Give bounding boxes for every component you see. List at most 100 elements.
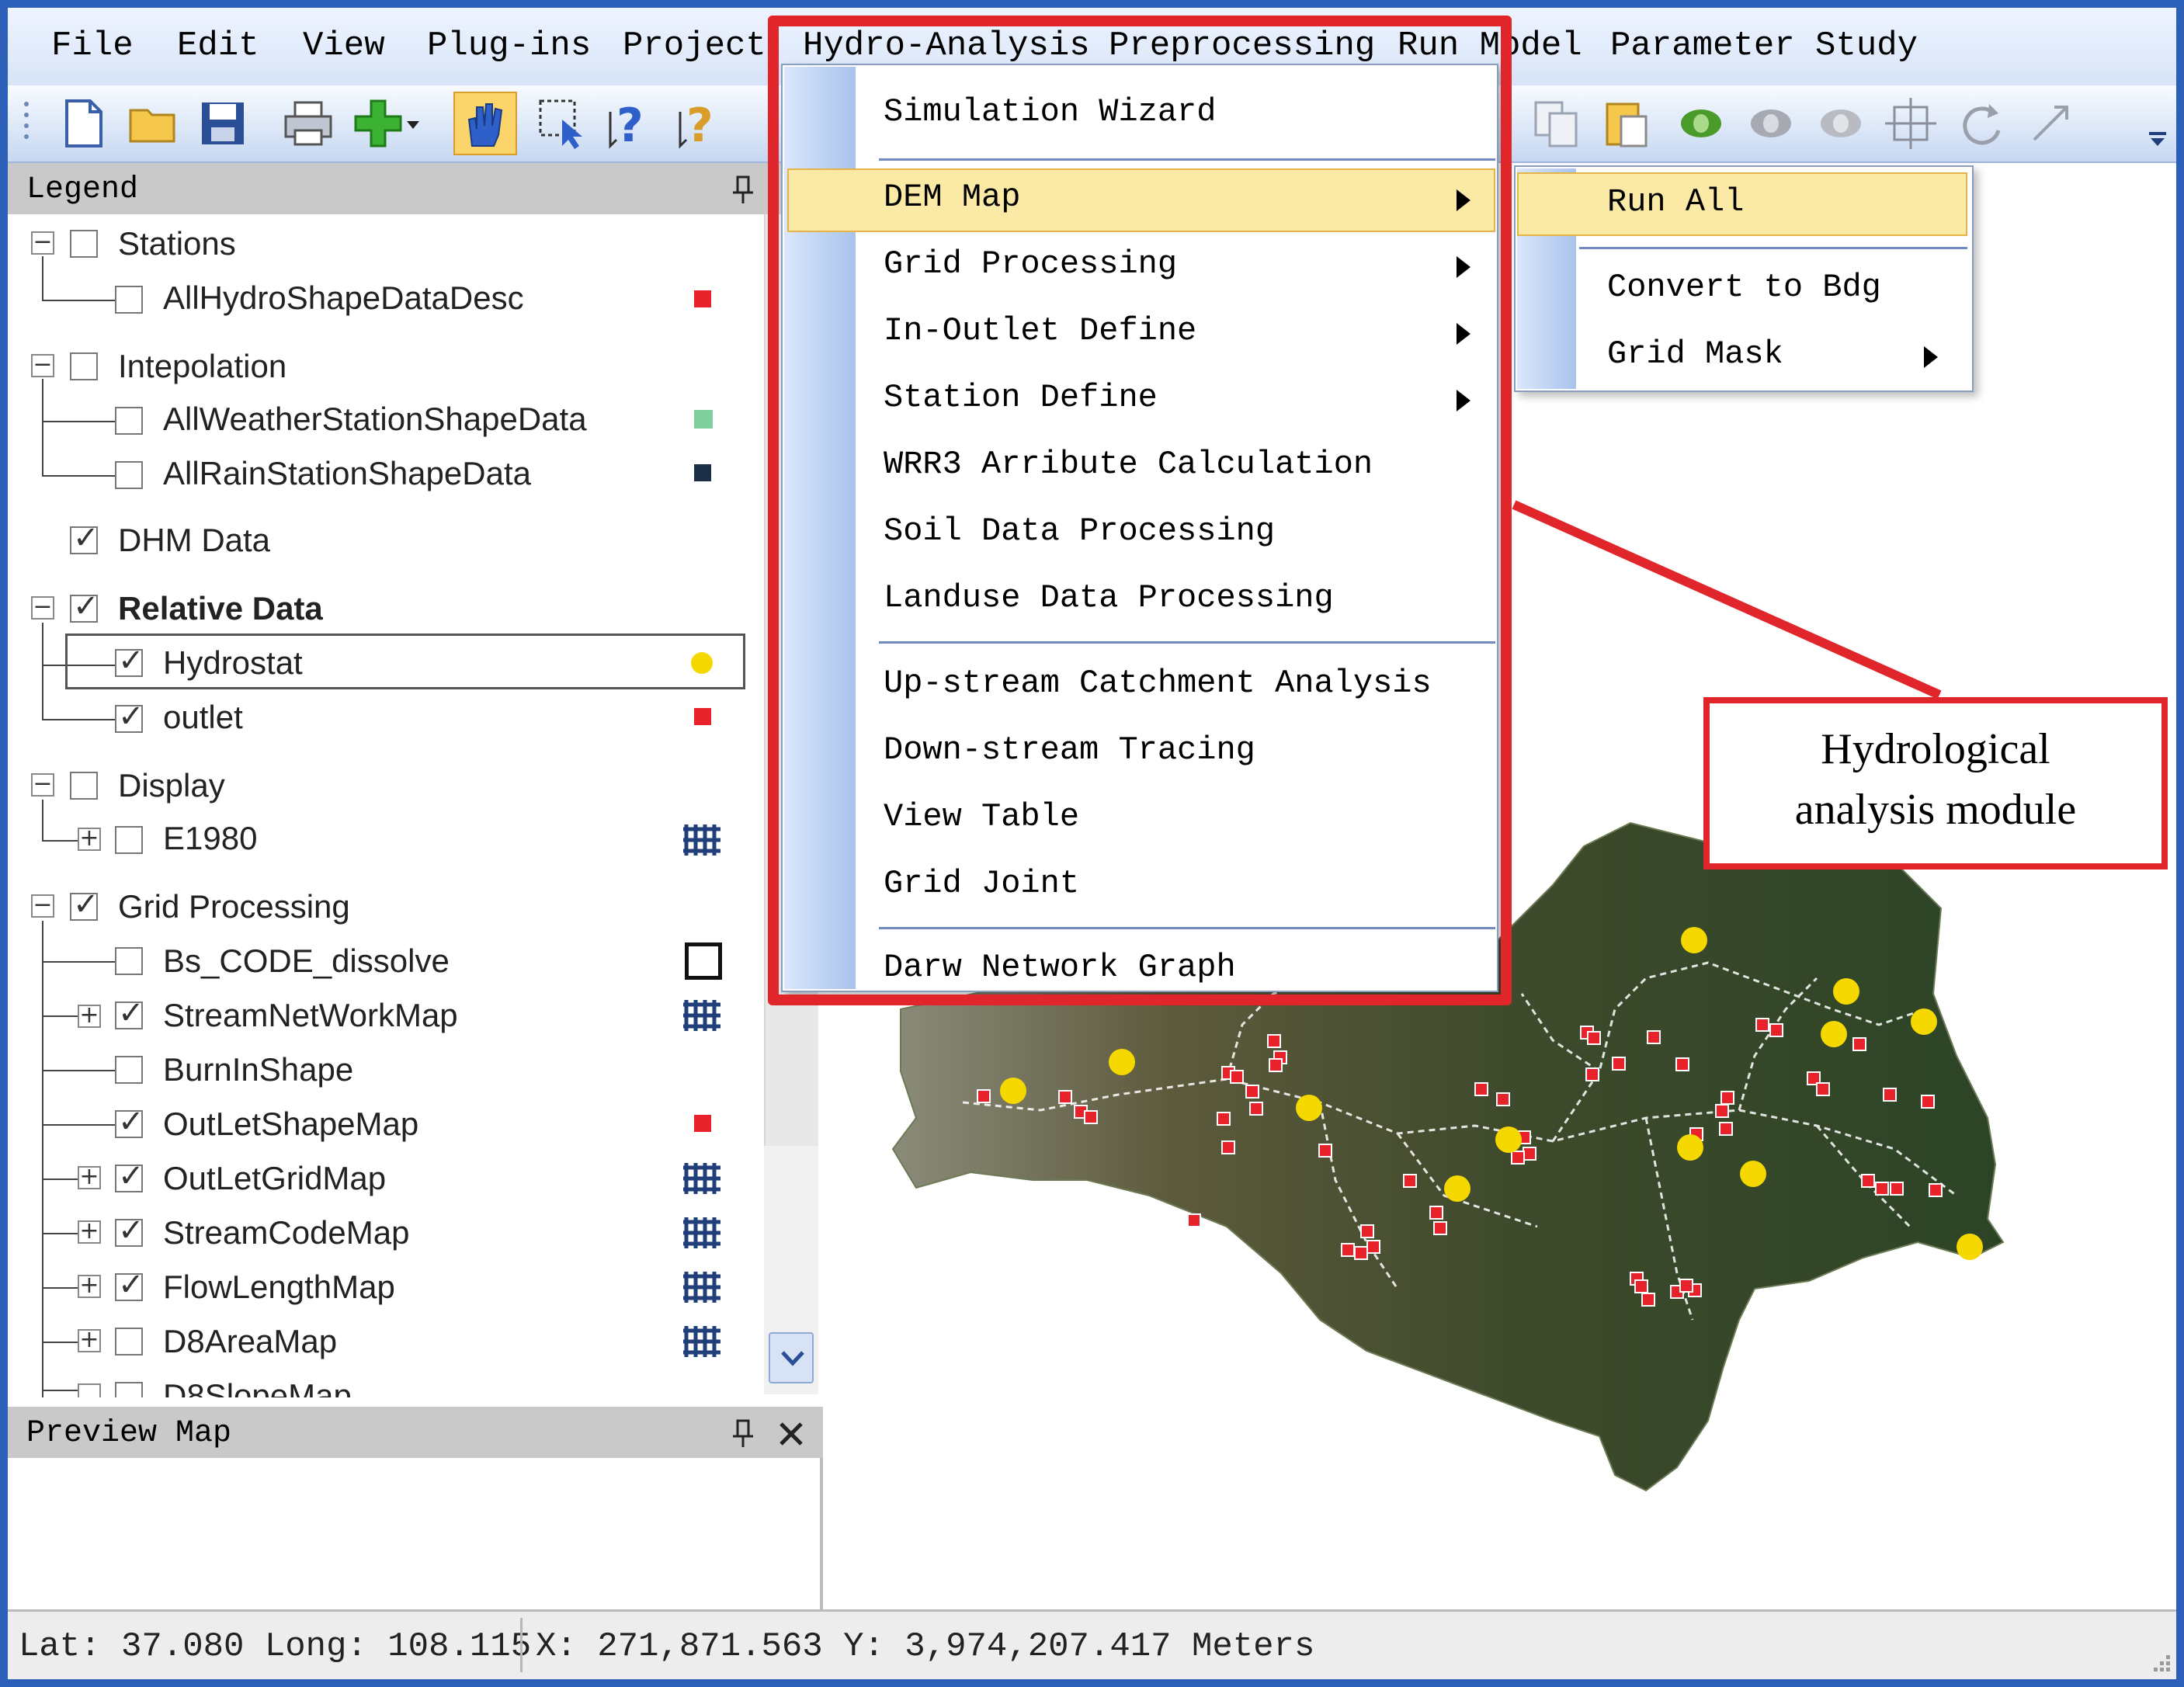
layer-streamcode[interactable]: StreamCodeMap	[163, 1214, 409, 1261]
menu-file[interactable]: File	[51, 26, 134, 65]
layer-checkbox-flowlength[interactable]	[115, 1267, 144, 1303]
chevron-down-icon	[781, 1351, 804, 1366]
select-arrow-icon[interactable]	[536, 96, 590, 151]
layer-checkbox-relative[interactable]	[70, 588, 99, 624]
layer-stations[interactable]: Stations	[118, 225, 236, 272]
expand-toggle[interactable]: +	[78, 1165, 101, 1189]
layer-hydrostat[interactable]: Hydrostat	[163, 644, 303, 691]
layer-checkbox-e1980[interactable]	[115, 826, 143, 854]
pin-icon[interactable]	[730, 174, 758, 205]
outlet-marker	[1360, 1224, 1374, 1238]
expand-toggle[interactable]: +	[78, 1220, 101, 1244]
layer-allweather[interactable]: AllWeatherStationShapeData	[163, 401, 587, 447]
layer-checkbox-outletgrid[interactable]	[115, 1158, 144, 1194]
arrow-tool-icon[interactable]	[2023, 96, 2078, 151]
outlet-marker	[1612, 1057, 1626, 1071]
hydrostat-marker	[1957, 1234, 1983, 1260]
outlet-marker	[1647, 1030, 1661, 1044]
layer-checkbox-interpolation[interactable]	[70, 352, 98, 380]
layer-dhm[interactable]: DHM Data	[118, 522, 270, 568]
outlet-marker	[1221, 1140, 1235, 1154]
layer-e1980[interactable]: E1980	[163, 820, 257, 866]
layer-bscode[interactable]: Bs_CODE_dissolve	[163, 942, 450, 989]
pan-hand-icon[interactable]	[453, 92, 517, 155]
navy-square-symbol	[694, 464, 711, 481]
layer-checkbox-stations[interactable]	[70, 230, 98, 258]
collapse-toggle[interactable]: −	[31, 772, 54, 797]
layer-outlet[interactable]: outlet	[163, 699, 243, 745]
layer-checkbox-dhm[interactable]	[70, 520, 99, 556]
layer-d8area[interactable]: D8AreaMap	[163, 1323, 337, 1369]
submenu-item-grid-mask[interactable]: Grid Mask	[1607, 335, 1783, 373]
layer-relative[interactable]: Relative Data	[118, 590, 323, 637]
whats-this-icon[interactable]: ?	[675, 96, 730, 151]
hydrostat-marker	[1495, 1126, 1522, 1153]
collapse-toggle[interactable]: −	[31, 353, 54, 377]
identify-help-icon[interactable]: ?	[606, 96, 660, 151]
copy-icon[interactable]	[1529, 96, 1584, 151]
collapse-toggle[interactable]: −	[31, 595, 54, 620]
layer-checkbox-outlet[interactable]	[115, 699, 144, 734]
layer-checkbox-hydrostat[interactable]	[115, 643, 144, 679]
pin-icon[interactable]	[730, 1418, 758, 1449]
annotation-callout-text: Hydrological analysis module	[1708, 719, 2163, 840]
layer-outletgrid[interactable]: OutLetGridMap	[163, 1160, 386, 1206]
paste-icon[interactable]	[1599, 96, 1654, 151]
grey-tool-icon[interactable]	[1744, 96, 1798, 151]
outlet-marker	[1679, 1279, 1693, 1293]
new-file-icon[interactable]	[56, 96, 110, 151]
layer-burnin[interactable]: BurnInShape	[163, 1051, 353, 1098]
grid-raster-icon	[683, 1000, 720, 1031]
layer-checkbox-display[interactable]	[70, 772, 98, 800]
layer-allrain[interactable]: AllRainStationShapeData	[163, 455, 531, 502]
save-icon[interactable]	[196, 96, 250, 151]
layer-checkbox-d8area[interactable]	[115, 1328, 143, 1356]
submenu-item-convert-to-bdg[interactable]: Convert to Bdg	[1607, 269, 1881, 306]
add-layer-icon[interactable]	[351, 96, 405, 151]
layer-checkbox-bscode[interactable]	[115, 947, 143, 975]
expand-toggle[interactable]: +	[78, 827, 101, 851]
print-icon[interactable]	[281, 96, 335, 151]
refresh-icon[interactable]	[1953, 96, 2008, 151]
layer-interpolation[interactable]: Intepolation	[118, 348, 286, 394]
menu-view[interactable]: View	[303, 26, 385, 65]
green-tool-icon[interactable]	[1674, 96, 1728, 151]
resize-grip-icon[interactable]	[2144, 1646, 2172, 1674]
layer-checkbox-allhydro[interactable]	[115, 286, 143, 314]
menu-plugins[interactable]: Plug-ins	[427, 26, 591, 65]
toolbar-overflow-icon[interactable]	[2146, 96, 2169, 151]
layer-outletshape[interactable]: OutLetShapeMap	[163, 1106, 418, 1152]
layer-checkbox-burnin[interactable]	[115, 1056, 143, 1084]
layer-checkbox-allrain[interactable]	[115, 461, 143, 489]
layer-streamnetwork[interactable]: StreamNetWorkMap	[163, 997, 458, 1043]
close-icon[interactable]	[776, 1419, 806, 1449]
layer-checkbox-allweather[interactable]	[115, 407, 143, 435]
full-extent-icon[interactable]	[1884, 96, 1938, 151]
layer-flowlength[interactable]: FlowLengthMap	[163, 1269, 395, 1315]
layer-checkbox-streamcode[interactable]	[115, 1213, 144, 1248]
hydrostat-marker	[1911, 1008, 1937, 1035]
layer-allhydro[interactable]: AllHydroShapeDataDesc	[163, 279, 524, 326]
menu-edit[interactable]: Edit	[177, 26, 259, 65]
submenu-item-run-all[interactable]: Run All	[1607, 183, 1744, 220]
expand-toggle[interactable]: +	[78, 1328, 101, 1352]
layer-d8slope[interactable]: D8SlopeMap	[163, 1377, 352, 1397]
dropdown-arrow-icon[interactable]	[404, 96, 422, 151]
grey-tool-2-icon[interactable]	[1814, 96, 1868, 151]
annotation-highlight-box	[768, 16, 1512, 1005]
layer-checkbox-outletshape[interactable]	[115, 1104, 144, 1140]
layer-grid-processing[interactable]: Grid Processing	[118, 888, 350, 935]
expand-toggle[interactable]: +	[78, 1004, 101, 1028]
scroll-down-button[interactable]	[769, 1332, 814, 1383]
open-folder-icon[interactable]	[126, 96, 180, 151]
layer-checkbox-gridprocessing[interactable]	[70, 887, 99, 922]
preview-map-area[interactable]	[8, 1458, 823, 1609]
layer-display[interactable]: Display	[118, 767, 225, 814]
collapse-toggle[interactable]: −	[31, 231, 54, 255]
status-latlong: Lat: 37.080 Long: 108.115	[19, 1627, 532, 1666]
expand-toggle[interactable]: +	[78, 1274, 101, 1298]
menu-parameter-study[interactable]: Parameter Study	[1610, 26, 1918, 65]
collapse-toggle[interactable]: −	[31, 894, 54, 918]
layer-checkbox-streamnetwork[interactable]	[115, 995, 144, 1031]
menu-project[interactable]: Project	[623, 26, 766, 65]
